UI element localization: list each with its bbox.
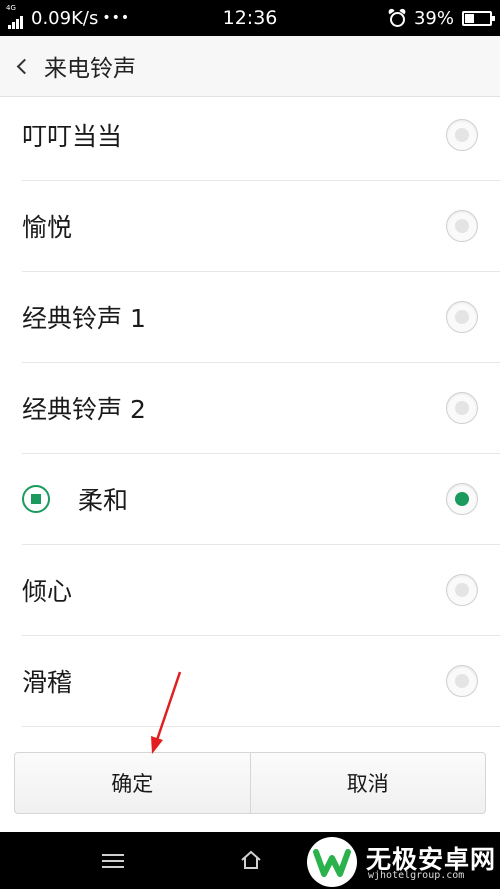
ringtone-item[interactable]: 经典铃声 1 <box>22 272 500 363</box>
stop-playback-icon[interactable] <box>22 485 50 513</box>
ringtone-label: 叮叮当当 <box>22 122 123 151</box>
radio-button[interactable] <box>446 392 478 424</box>
radio-button[interactable] <box>446 301 478 333</box>
watermark-logo-icon <box>307 837 357 887</box>
ringtone-label: 经典铃声 2 <box>22 395 146 424</box>
watermark-url: wjhotelgroup.com <box>368 870 465 881</box>
confirm-button[interactable]: 确定 <box>15 753 250 813</box>
back-arrow-icon[interactable] <box>0 36 36 96</box>
home-icon[interactable] <box>240 849 262 871</box>
radio-button[interactable] <box>446 119 478 151</box>
ringtone-label: 柔和 <box>78 486 129 515</box>
ringtone-label: 滑稽 <box>22 668 73 697</box>
radio-button[interactable] <box>446 210 478 242</box>
page-title: 来电铃声 <box>44 56 136 82</box>
app-header: 来电铃声 <box>0 36 500 97</box>
battery-percent: 39% <box>413 7 454 29</box>
alarm-icon <box>387 7 407 27</box>
ringtone-item[interactable]: 愉悦 <box>22 181 500 272</box>
ringtone-item[interactable]: 经典铃声 2 <box>22 363 500 454</box>
ringtone-item[interactable]: 滑稽 <box>22 636 500 727</box>
button-panel: 确定 取消 <box>0 740 500 832</box>
ringtone-label: 愉悦 <box>22 213 73 242</box>
status-bar: 4G 0.09K/s ••• 12:36 39% <box>0 0 500 36</box>
ringtone-label: 倾心 <box>22 577 73 606</box>
ringtone-label: 经典铃声 1 <box>22 304 146 333</box>
status-right: 39% <box>387 0 495 36</box>
ringtone-item[interactable]: 叮叮当当 <box>22 90 500 181</box>
ringtone-item-selected[interactable]: 柔和 <box>22 454 500 545</box>
radio-button[interactable] <box>446 574 478 606</box>
watermark: 无极安卓网 wjhotelgroup.com <box>296 832 500 889</box>
menu-icon[interactable] <box>102 854 124 868</box>
action-button-group: 确定 取消 <box>14 752 486 814</box>
battery-icon <box>462 10 495 26</box>
ringtone-item[interactable]: 倾心 <box>22 545 500 636</box>
ringtone-list: 叮叮当当 愉悦 经典铃声 1 经典铃声 2 柔和 倾心 滑稽 <box>0 90 500 727</box>
radio-button[interactable] <box>446 665 478 697</box>
cancel-button[interactable]: 取消 <box>249 753 486 813</box>
radio-button-checked[interactable] <box>446 483 478 515</box>
